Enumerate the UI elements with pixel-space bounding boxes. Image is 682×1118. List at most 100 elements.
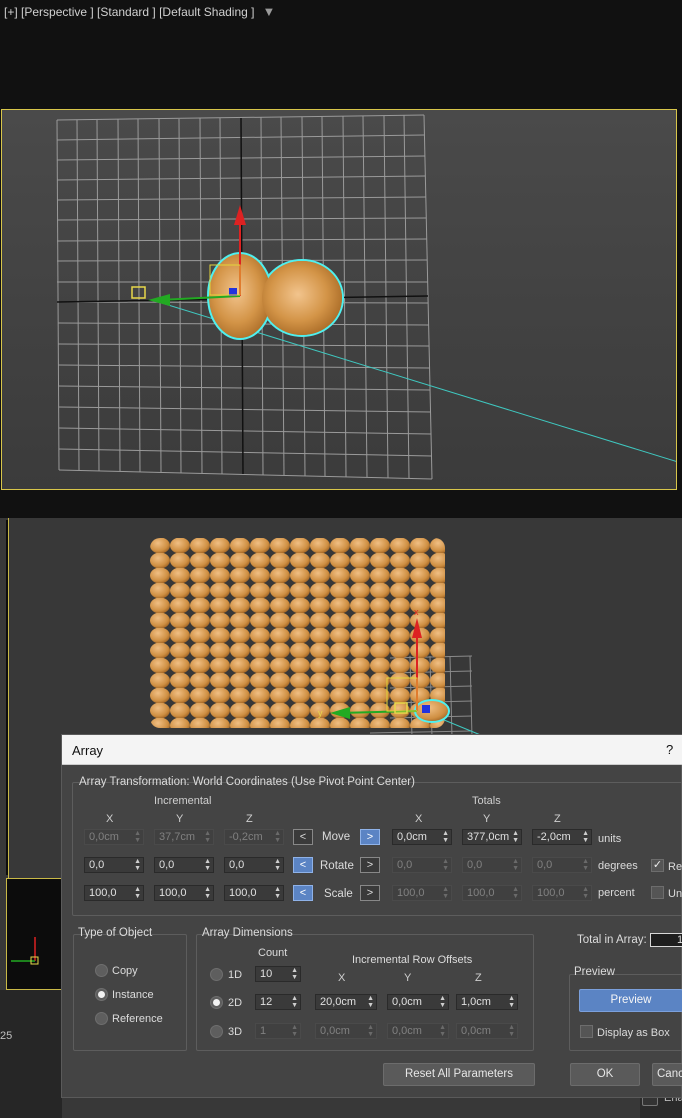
display-as-box-checkbox[interactable]: [580, 1025, 593, 1038]
filter-icon[interactable]: ▼: [262, 4, 275, 19]
move-inc-x: 0,0cm ▲ ▼: [84, 829, 144, 845]
viewport-scene: [56, 114, 676, 480]
viewport-label-text[interactable]: [+] [Perspective ] [Standard ] [Default …: [4, 5, 254, 19]
preview-group: [569, 974, 682, 1051]
scale-left-button[interactable]: <: [293, 885, 313, 901]
move-tot-z[interactable]: -2,0cm ▲ ▼: [532, 829, 592, 845]
dim-1d-radio[interactable]: [210, 968, 223, 981]
dim-1d-label: 1D: [228, 969, 243, 981]
help-button[interactable]: ?: [666, 742, 673, 757]
count-label: Count: [258, 947, 288, 959]
dim-2d-offset-z[interactable]: 1,0cm ▲ ▼: [456, 994, 518, 1010]
viewport-label[interactable]: [+] [Perspective ] [Standard ] [Default …: [4, 4, 275, 19]
dim-3d-label: 3D: [228, 1026, 243, 1038]
mini-viewport[interactable]: [6, 878, 64, 990]
array-dimensions-label: Array Dimensions: [202, 927, 293, 939]
tot-y-header: Y: [483, 813, 491, 825]
preview-group-label: Preview: [574, 966, 615, 978]
move-left-button[interactable]: <: [293, 829, 313, 845]
gizmo2-x-text: y: [318, 708, 323, 718]
ok-button[interactable]: OK: [570, 1063, 640, 1086]
dialog-title: Array: [72, 743, 104, 758]
scale-tot-x: 100,0 ▲ ▼: [392, 885, 452, 901]
dim-3d-radio[interactable]: [210, 1025, 223, 1038]
tot-z-header: Z: [554, 813, 561, 825]
move-right-button[interactable]: >: [360, 829, 380, 845]
gizmo2-y-text: x: [414, 607, 419, 617]
off-x-header: X: [338, 972, 346, 984]
dim-3d-offset-z: 0,0cm ▲ ▼: [456, 1023, 518, 1039]
dim-3d-offset-x: 0,0cm ▲ ▼: [315, 1023, 377, 1039]
rotate-left-button[interactable]: <: [293, 857, 313, 873]
perspective-viewport[interactable]: [1, 109, 677, 490]
rotate-label: Rotate: [320, 860, 354, 872]
inc-x-header: X: [106, 813, 114, 825]
dim-3d-count: 1 ▲ ▼: [255, 1023, 301, 1039]
reference-label[interactable]: Reference: [112, 1013, 163, 1025]
reference-radio[interactable]: [95, 1012, 108, 1025]
scale-label: Scale: [324, 888, 353, 900]
gizmo2-center[interactable]: [422, 705, 430, 713]
scale-inc-z[interactable]: 100,0 ▲ ▼: [224, 885, 284, 901]
scale-right-button[interactable]: >: [360, 885, 380, 901]
display-as-box-label[interactable]: Display as Box: [597, 1027, 670, 1039]
dim-2d-offset-y[interactable]: 0,0cm ▲ ▼: [387, 994, 449, 1010]
inc-z-header: Z: [246, 813, 253, 825]
rotate-inc-x[interactable]: 0,0 ▲ ▼: [84, 857, 144, 873]
reset-all-button[interactable]: Reset All Parameters: [383, 1063, 535, 1086]
off-y-header: Y: [404, 972, 412, 984]
rotate-tot-x: 0,0 ▲ ▼: [392, 857, 452, 873]
inc-y-header: Y: [176, 813, 184, 825]
uniform-label: Uni: [668, 888, 682, 900]
type-of-object-label: Type of Object: [78, 927, 153, 939]
scale-tot-y: 100,0 ▲ ▼: [462, 885, 522, 901]
dialog-titlebar[interactable]: Array ?: [62, 735, 682, 765]
rotate-inc-z[interactable]: 0,0 ▲ ▼: [224, 857, 284, 873]
rotate-inc-y[interactable]: 0,0 ▲ ▼: [154, 857, 214, 873]
dim-2d-offset-x[interactable]: 20,0cm ▲ ▼: [315, 994, 377, 1010]
instance-label[interactable]: Instance: [112, 989, 154, 1001]
scale-inc-x[interactable]: 100,0 ▲ ▼: [84, 885, 144, 901]
move-tot-y[interactable]: 377,0cm ▲ ▼: [462, 829, 522, 845]
gizmo-y-arrow[interactable]: [234, 205, 246, 225]
transformation-group-label: Array Transformation: World Coordinates …: [79, 776, 415, 788]
dim-2d-count[interactable]: 12 ▲ ▼: [255, 994, 301, 1010]
scale-tot-z: 100,0 ▲ ▼: [532, 885, 592, 901]
totals-label: Totals: [472, 795, 501, 807]
uniform-checkbox[interactable]: [651, 886, 664, 899]
cancel-button[interactable]: Cancel: [652, 1063, 682, 1086]
array-dialog: Array ? Array Transformation: World Coor…: [61, 734, 682, 1098]
move-inc-z: -0,2cm ▲ ▼: [224, 829, 284, 845]
move-unit: units: [598, 833, 622, 845]
move-label: Move: [322, 831, 351, 843]
offsets-label: Incremental Row Offsets: [352, 954, 473, 966]
timeline-frame: 25: [0, 1030, 13, 1042]
rotate-tot-z: 0,0 ▲ ▼: [532, 857, 592, 873]
rotate-right-button[interactable]: >: [360, 857, 380, 873]
incremental-label: Incremental: [154, 795, 212, 807]
total-in-array-label: Total in Array:: [577, 934, 647, 946]
off-z-header: Z: [475, 972, 482, 984]
move-inc-y: 37,7cm ▲ ▼: [154, 829, 214, 845]
dim-2d-label: 2D: [228, 997, 243, 1009]
copy-radio[interactable]: [95, 964, 108, 977]
instance-radio[interactable]: [95, 988, 108, 1001]
peanut-array[interactable]: [150, 538, 445, 728]
copy-label[interactable]: Copy: [112, 965, 138, 977]
scale-inc-y[interactable]: 100,0 ▲ ▼: [154, 885, 214, 901]
total-in-array-value: 120: [650, 933, 682, 947]
selected-peanut[interactable]: [414, 699, 450, 723]
dim-2d-radio[interactable]: [210, 996, 223, 1009]
preview-button[interactable]: Preview: [579, 989, 682, 1012]
gizmo-x-arrow[interactable]: [148, 294, 170, 306]
re-orient-label: Re: [668, 861, 682, 873]
dim-3d-offset-y: 0,0cm ▲ ▼: [387, 1023, 449, 1039]
rotate-unit: degrees: [598, 860, 638, 872]
move-tot-x[interactable]: 0,0cm ▲ ▼: [392, 829, 452, 845]
rotate-tot-y: 0,0 ▲ ▼: [462, 857, 522, 873]
re-orient-checkbox[interactable]: ✓: [651, 859, 664, 872]
tot-x-header: X: [415, 813, 423, 825]
timeline-panel[interactable]: [0, 990, 62, 1118]
scale-unit: percent: [598, 887, 635, 899]
dim-1d-count[interactable]: 10 ▲ ▼: [255, 966, 301, 982]
